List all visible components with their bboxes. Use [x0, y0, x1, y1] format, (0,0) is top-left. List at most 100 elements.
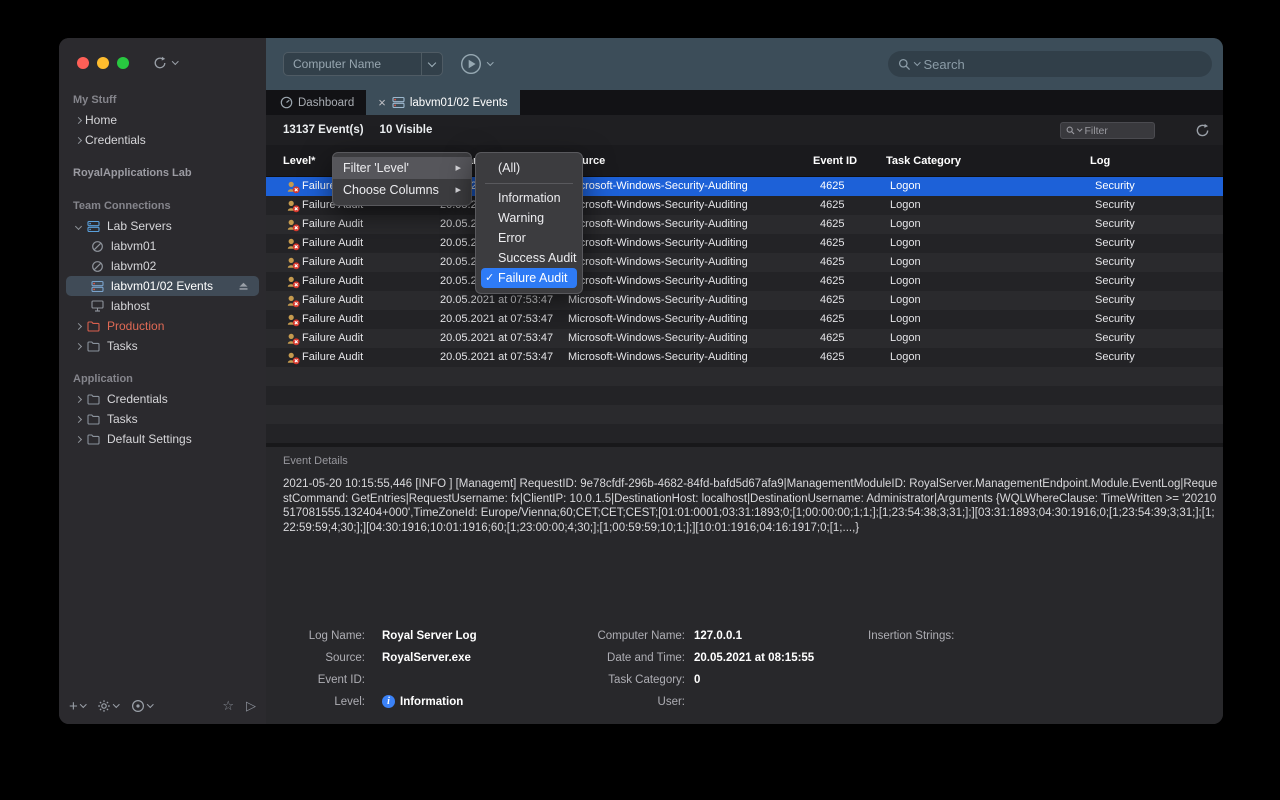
cell-event-id: 4625 [820, 196, 844, 215]
cell-source: Microsoft-Windows-Security-Auditing [568, 329, 748, 348]
check-icon: ✓ [485, 268, 494, 288]
task-category-label: Task Category: [546, 674, 685, 686]
event-row[interactable]: Failure Audit20.05.2021 at 07:53:47Micro… [266, 272, 1223, 291]
event-row[interactable]: Failure Audit20.05.2021 at 07:53:47Micro… [266, 329, 1223, 348]
event-row[interactable]: Failure Audit20.05.2021 at 07:53:47Micro… [266, 291, 1223, 310]
submenu-item-success-audit[interactable]: Success Audit [476, 248, 582, 268]
chevron-right-icon[interactable] [73, 344, 83, 349]
failure-audit-icon [286, 294, 300, 308]
submenu-item-failure-audit[interactable]: ✓ Failure Audit [481, 268, 577, 288]
visible-count: 10 Visible [380, 124, 433, 136]
computer-name-select[interactable]: Computer Name [283, 52, 443, 76]
event-row[interactable]: Failure Audit20.05.2021 at 07:53:47Micro… [266, 234, 1223, 253]
minimize-window-button[interactable] [97, 57, 109, 69]
favorites-star-icon[interactable]: ☆ [222, 698, 234, 714]
sidebar-item-events[interactable]: labvm01/02 Events [66, 276, 259, 296]
filter-input[interactable]: Filter [1060, 122, 1155, 139]
run-icon[interactable]: ▷ [246, 698, 256, 714]
close-icon[interactable]: × [378, 95, 386, 110]
settings-button[interactable] [97, 699, 119, 713]
tab-dashboard[interactable]: Dashboard [268, 90, 366, 115]
connections-menu-button[interactable] [131, 699, 153, 713]
zoom-window-button[interactable] [117, 57, 129, 69]
chevron-down-icon[interactable] [421, 53, 442, 75]
level-filter-submenu: (All) Information Warning Error Success … [475, 152, 583, 294]
filter-placeholder: Filter [1085, 125, 1108, 137]
chevron-right-icon[interactable] [73, 437, 83, 442]
cell-log: Security [1095, 348, 1135, 367]
sidebar-item-home[interactable]: Home [59, 110, 266, 130]
submenu-item-information[interactable]: Information [476, 188, 582, 208]
user-label: User: [546, 696, 685, 708]
add-button[interactable]: + [69, 699, 85, 714]
failure-audit-icon [286, 237, 300, 251]
sidebar-item-default-settings[interactable]: Default Settings [59, 429, 266, 449]
cell-task-category: Logon [890, 196, 921, 215]
cell-level: Failure Audit [302, 291, 363, 310]
cell-event-id: 4625 [820, 234, 844, 253]
column-header-log[interactable]: Log [1090, 145, 1110, 177]
event-row[interactable]: Failure Audit20.05.2021 at 07:53:47Micro… [266, 348, 1223, 367]
gear-icon [97, 699, 111, 713]
chevron-right-icon[interactable] [73, 397, 83, 402]
failure-audit-icon [286, 332, 300, 346]
event-row[interactable]: Failure Audit20.05.2021 at 07:53:47Micro… [266, 310, 1223, 329]
sync-menu-button[interactable] [153, 56, 178, 70]
sidebar-item-production[interactable]: Production [59, 316, 266, 336]
section-header-document: RoyalApplications Lab [73, 165, 192, 181]
tab-events[interactable]: × labvm01/02 Events [366, 90, 519, 115]
event-row[interactable]: Failure Audit20.05.2021 at 07:53:47Micro… [266, 253, 1223, 272]
submenu-item-error[interactable]: Error [476, 228, 582, 248]
cell-task-category: Logon [890, 215, 921, 234]
sidebar-item-labvm02[interactable]: labvm02 [59, 256, 266, 276]
chevron-right-icon[interactable] [73, 417, 83, 422]
sidebar-item-tasks[interactable]: Tasks [59, 336, 266, 356]
level-value: Information [400, 696, 463, 708]
cell-event-id: 4625 [820, 291, 844, 310]
source-value: RoyalServer.exe [382, 652, 471, 664]
connect-play-button[interactable] [460, 53, 482, 75]
failure-audit-icon [286, 275, 300, 289]
cell-date: 20.05.2021 at 07:53:47 [440, 310, 553, 329]
cell-task-category: Logon [890, 253, 921, 272]
cell-task-category: Logon [890, 291, 921, 310]
folder-icon [85, 434, 101, 445]
log-name-value: Royal Server Log [382, 630, 477, 642]
menu-item-choose-columns[interactable]: Choose Columns ▸ [333, 179, 471, 201]
chevron-right-icon[interactable] [73, 138, 83, 143]
sidebar-item-labhost[interactable]: labhost [59, 296, 266, 316]
column-header-event-id[interactable]: Event ID [813, 145, 857, 177]
submenu-item-all[interactable]: (All) [476, 158, 582, 178]
sidebar-item-lab-servers[interactable]: Lab Servers [59, 216, 266, 236]
sidebar-bottom-toolbar: + ☆ ▷ [69, 695, 256, 717]
chevron-right-icon[interactable] [73, 118, 83, 123]
column-header-task-category[interactable]: Task Category [886, 145, 961, 177]
cell-source: Microsoft-Windows-Security-Auditing [568, 348, 748, 367]
folder-icon [85, 414, 101, 425]
cell-event-id: 4625 [820, 253, 844, 272]
column-header-level[interactable]: Level* [283, 145, 315, 177]
cell-date: 20.05.2021 at 07:53:47 [440, 348, 553, 367]
tab-bar: Dashboard × labvm01/02 Events [266, 90, 1223, 115]
chevron-down-icon [113, 701, 119, 707]
submenu-item-warning[interactable]: Warning [476, 208, 582, 228]
failure-audit-icon [286, 313, 300, 327]
sidebar-item-credentials[interactable]: Credentials [59, 130, 266, 150]
computer-name-placeholder: Computer Name [284, 57, 421, 71]
failure-audit-icon [286, 351, 300, 365]
search-input[interactable]: Search [888, 51, 1212, 77]
event-id-label: Event ID: [266, 674, 365, 686]
eject-icon[interactable] [238, 281, 249, 291]
sidebar-item-app-credentials[interactable]: Credentials [59, 389, 266, 409]
menu-item-filter-level[interactable]: Filter 'Level' ▸ [333, 157, 471, 179]
folder-icon [85, 341, 101, 352]
chevron-down-icon[interactable] [73, 224, 83, 229]
event-row[interactable]: Failure Audit20.05.2021 at 07:53:47Micro… [266, 215, 1223, 234]
search-icon [1066, 126, 1075, 135]
sidebar-item-app-tasks[interactable]: Tasks [59, 409, 266, 429]
sidebar-item-labvm01[interactable]: labvm01 [59, 236, 266, 256]
chevron-down-icon[interactable] [487, 59, 493, 65]
chevron-right-icon[interactable] [73, 324, 83, 329]
refresh-button[interactable] [1195, 123, 1210, 138]
close-window-button[interactable] [77, 57, 89, 69]
